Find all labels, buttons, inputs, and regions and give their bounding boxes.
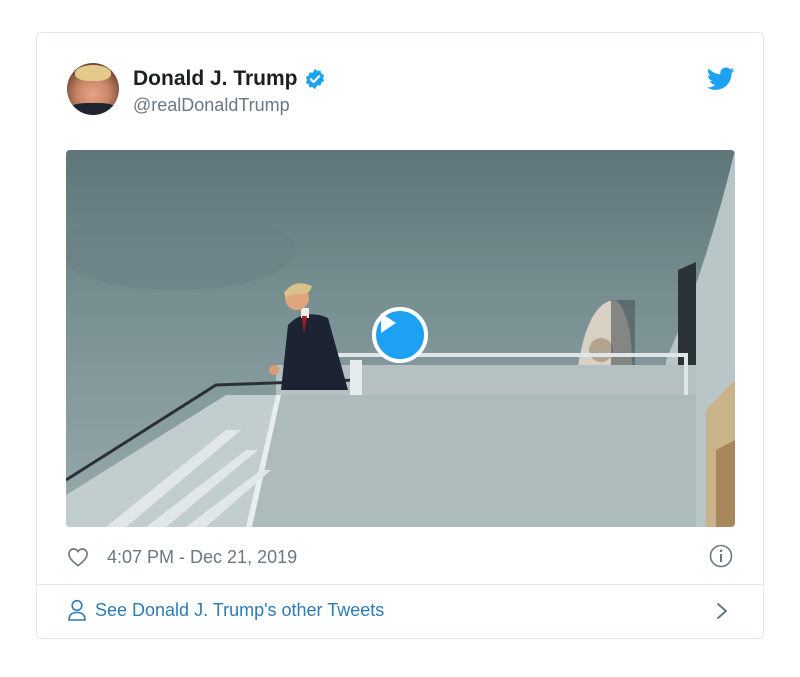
- footer-divider: [37, 584, 763, 585]
- avatar[interactable]: [67, 63, 119, 115]
- person-icon: [68, 599, 86, 621]
- verified-badge-icon: [305, 68, 324, 90]
- tweet-timestamp[interactable]: 4:07 PM - Dec 21, 2019: [107, 547, 297, 568]
- author-name-row[interactable]: Donald J. Trump: [133, 67, 326, 91]
- twitter-bird-icon[interactable]: [707, 67, 735, 91]
- see-other-tweets-label[interactable]: See Donald J. Trump's other Tweets: [95, 600, 384, 621]
- avatar-hair: [75, 65, 111, 81]
- embedded-tweet-card: Donald J. Trump @realDonaldTrump 4:07 PM…: [36, 32, 764, 639]
- chevron-right-icon[interactable]: [715, 601, 729, 621]
- see-other-tweets-link[interactable]: See Donald J. Trump's other Tweets: [67, 599, 384, 621]
- video-player[interactable]: [66, 150, 735, 527]
- info-icon[interactable]: [709, 544, 733, 568]
- author-name[interactable]: Donald J. Trump: [133, 67, 298, 91]
- tweet-meta-row: 4:07 PM - Dec 21, 2019: [67, 545, 297, 569]
- heart-icon[interactable]: [67, 547, 89, 567]
- avatar-suit: [67, 103, 119, 115]
- play-icon: [381, 313, 396, 333]
- play-button[interactable]: [372, 307, 428, 363]
- author-handle[interactable]: @realDonaldTrump: [133, 95, 290, 116]
